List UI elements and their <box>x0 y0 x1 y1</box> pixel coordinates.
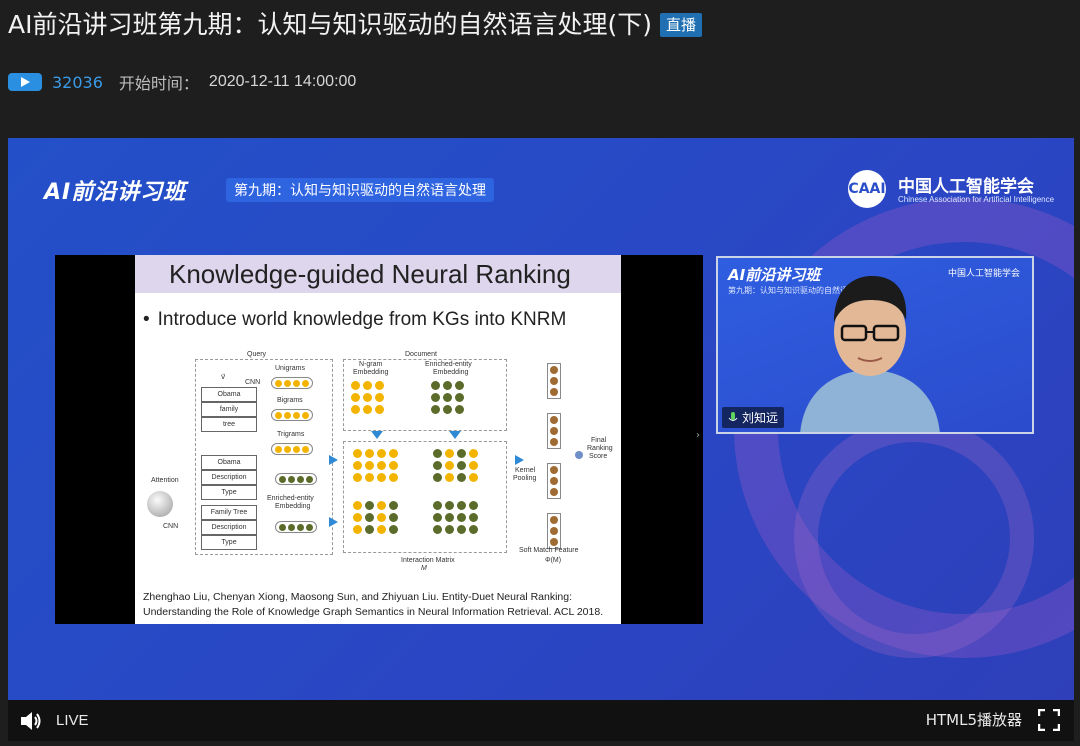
matrix-grid-4 <box>433 501 478 534</box>
video-stage[interactable]: AI前沿讲习班 第九期：认知与知识驱动的自然语言处理 CAAI 中国人工智能学会… <box>8 138 1074 700</box>
fig-entity-familytree: Family Tree <box>201 505 257 520</box>
matrix-grid-2 <box>433 449 478 482</box>
fig-ngram-label: N-gram <box>359 361 383 368</box>
fig-entity-type-2: Type <box>201 535 257 550</box>
live-indicator: LIVE <box>56 712 89 729</box>
fig-entity-obama: Obama <box>201 455 257 470</box>
down-arrow-icon <box>449 431 461 439</box>
caai-logo-icon: CAAI <box>848 170 886 208</box>
fig-final-label: Final <box>591 437 607 444</box>
ngram-grid <box>351 381 384 414</box>
slide-bullet: • Introduce world knowledge from KGs into… <box>143 309 621 331</box>
bigram-vectors <box>271 409 313 421</box>
live-badge: 直播 <box>659 13 702 37</box>
fig-v-label: v⃗ <box>221 374 226 381</box>
fig-ranking-label: Ranking <box>587 445 613 452</box>
citation-line-2: Understanding the Role of Knowledge Grap… <box>143 606 604 618</box>
title-text: AI前沿讲习班第九期：认知与知识驱动的自然语言处理(下) <box>8 10 652 39</box>
bullet-text: Introduce world knowledge from KGs into … <box>157 309 567 330</box>
trigram-vectors <box>271 443 313 455</box>
fig-score-label: Score <box>589 453 608 460</box>
kernel-column-2 <box>547 413 561 449</box>
score-node-icon <box>575 451 583 459</box>
matrix-grid-1 <box>353 449 398 482</box>
video-player[interactable]: AI前沿讲习班 第九期：认知与知识驱动的自然语言处理 CAAI 中国人工智能学会… <box>8 138 1074 741</box>
camera-org-logo: 中国人工智能学会 <box>947 269 1020 279</box>
view-count: 32036 <box>52 72 103 92</box>
speaker-avatar <box>800 276 940 432</box>
right-arrow-icon <box>329 517 338 527</box>
org-name-cn: 中国人工智能学会 <box>898 177 1034 197</box>
play-count-icon <box>8 73 42 91</box>
fig-token-obama: Obama <box>201 387 257 402</box>
fig-token-tree: tree <box>201 417 257 432</box>
speaker-name-chip: 刘知远 <box>722 407 785 428</box>
fig-pooling-label: Pooling <box>513 475 537 482</box>
slide-citation: Zhenghao Liu, Chenyan Xiong, Maosong Sun… <box>143 590 603 620</box>
right-arrow-icon <box>329 455 338 465</box>
fig-attention-label: Attention <box>151 477 179 484</box>
fullscreen-icon[interactable] <box>1038 709 1060 731</box>
fig-ngram-emb-label: Embedding <box>353 369 389 376</box>
fig-embedding2-label: Embedding <box>433 369 469 376</box>
fig-entity-type: Type <box>201 485 257 500</box>
fig-m-label: M <box>421 565 427 572</box>
fig-embedding-label: Embedding <box>275 503 311 510</box>
banner-brand: AI前沿讲习班 <box>44 180 187 205</box>
page-title: AI前沿讲习班第九期：认知与知识驱动的自然语言处理(下) 直播 <box>8 8 702 42</box>
down-arrow-icon <box>371 431 383 439</box>
fig-query-label: Query <box>247 351 267 358</box>
meta-row: 32036 开始时间： 2020-12-11 14:00:00 <box>8 70 356 94</box>
entity-grid <box>431 381 464 414</box>
fig-unigrams-label: Unigrams <box>275 365 305 372</box>
fig-interaction-label: Interaction Matrix <box>401 557 455 564</box>
kernel-column-4 <box>547 513 561 549</box>
decor-ring <box>794 418 1034 658</box>
citation-line-1: Zhenghao Liu, Chenyan Xiong, Maosong Sun… <box>143 591 573 603</box>
fig-entity-description-2: Description <box>201 520 257 535</box>
fig-document-label: Document <box>405 351 437 358</box>
matrix-grid-3 <box>353 501 398 534</box>
org-name-en: Chinese Association for Artificial Intel… <box>898 195 1055 204</box>
player-controls: LIVE HTML5播放器 <box>8 700 1074 741</box>
right-arrow-icon <box>515 455 524 465</box>
fig-enriched-label: Enriched-entity <box>267 495 314 502</box>
fig-phi-label: Φ(M) <box>545 557 562 564</box>
volume-icon[interactable] <box>18 708 44 734</box>
architecture-figure: Query v⃗ CNN Unigrams Bigrams Trigrams O… <box>143 351 613 573</box>
wikipedia-globe-icon <box>147 491 173 517</box>
fig-bigrams-label: Bigrams <box>277 397 303 404</box>
slide: Knowledge-guided Neural Ranking • Introdu… <box>135 255 621 624</box>
player-name: HTML5播放器 <box>925 711 1022 729</box>
fig-cnn2-label: CNN <box>163 523 179 530</box>
speaker-camera: AI前沿讲习班 第九期：认知与知识驱动的自然语言处理 中国人工智能学会 刘知远 <box>716 256 1034 434</box>
fig-enriched2-label: Enriched-entity <box>425 361 472 368</box>
slide-title: Knowledge-guided Neural Ranking <box>135 255 621 293</box>
speaker-name: 刘知远 <box>742 411 779 425</box>
chevron-right-icon: › <box>696 430 700 441</box>
slide-frame: Knowledge-guided Neural Ranking • Introdu… <box>55 255 703 624</box>
unigram-vectors <box>271 377 313 389</box>
fig-entity-description: Description <box>201 470 257 485</box>
fig-softmatch-label: Soft Match Feature <box>519 547 579 554</box>
entity-vectors-1 <box>275 473 317 485</box>
start-time-value: 2020-12-11 14:00:00 <box>208 73 357 90</box>
fig-cnn-label: CNN <box>245 379 261 386</box>
kernel-column-3 <box>547 463 561 499</box>
banner-session: 第九期：认知与知识驱动的自然语言处理 <box>226 178 494 202</box>
bullet-dot-icon: • <box>143 309 150 330</box>
microphone-icon <box>728 411 738 421</box>
start-time-label: 开始时间： <box>118 74 199 93</box>
entity-vectors-2 <box>275 521 317 533</box>
fig-kernel-label: Kernel <box>515 467 536 474</box>
kernel-column-1 <box>547 363 561 399</box>
fig-token-family: family <box>201 402 257 417</box>
fig-trigrams-label: Trigrams <box>277 431 305 438</box>
